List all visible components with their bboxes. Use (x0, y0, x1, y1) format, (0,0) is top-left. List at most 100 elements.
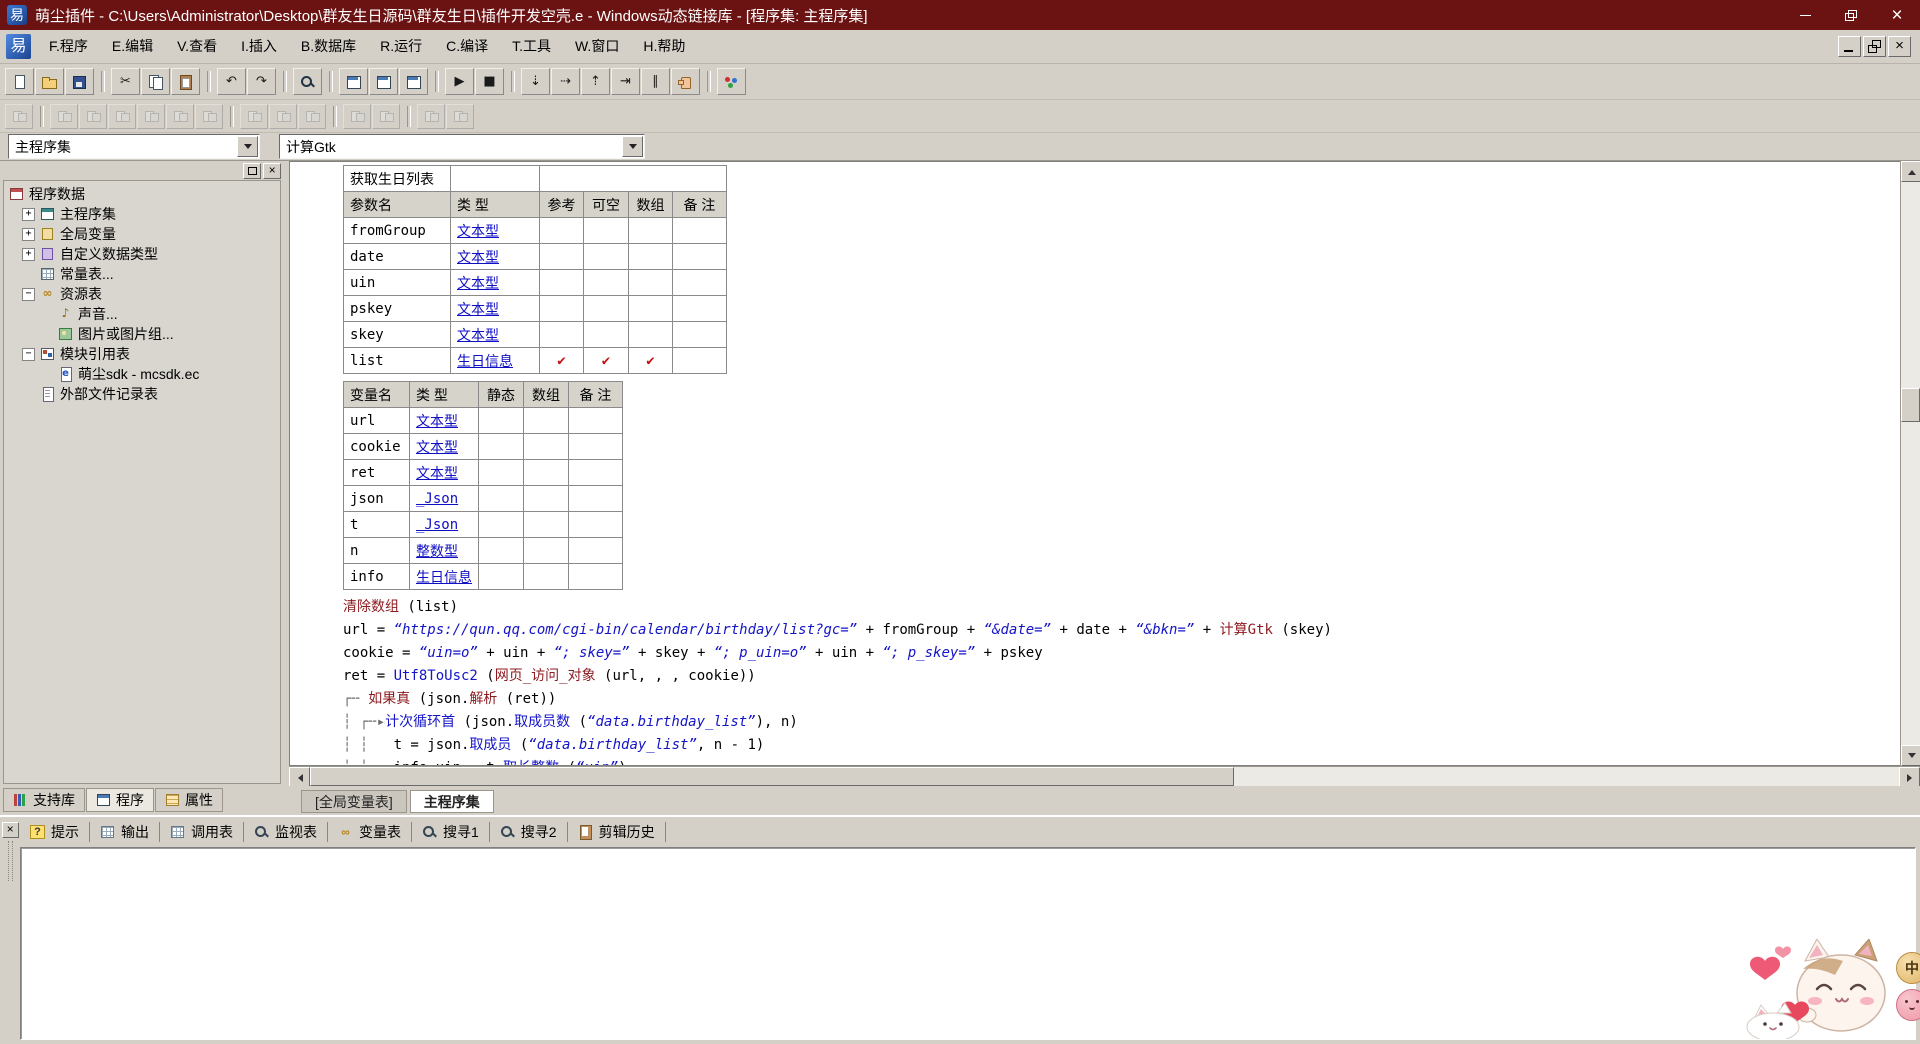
param-note-cell[interactable] (673, 270, 727, 296)
var-array-cell[interactable] (524, 460, 569, 486)
var-note-cell[interactable] (569, 434, 623, 460)
type-link[interactable]: 文本型 (457, 302, 499, 318)
menu-item-1[interactable]: E.编辑 (100, 30, 165, 63)
restore-button[interactable] (1828, 0, 1874, 30)
undo-button[interactable]: ↶ (217, 68, 246, 95)
code-line-3[interactable]: cookie = “uin=o” + uin + “; skey=” + ske… (343, 642, 1900, 665)
run-button[interactable]: ▶ (445, 68, 474, 95)
param-name-cell[interactable]: uin (344, 270, 451, 296)
save-button[interactable] (65, 68, 94, 95)
tree-item-main-assembly[interactable]: +主程序集 (4, 204, 280, 224)
output-tab-output[interactable]: 输出 (90, 822, 160, 842)
var-name-cell[interactable]: n (344, 538, 410, 564)
param-check-cell[interactable] (629, 296, 673, 322)
output-tab-clip-history[interactable]: 剪辑历史 (568, 822, 666, 842)
assembly-dropdown-arrow-icon[interactable] (237, 136, 258, 157)
hscroll-track[interactable] (310, 767, 1899, 786)
panel-close-button[interactable] (263, 163, 281, 179)
scroll-up-button[interactable] (1901, 161, 1920, 182)
var-note-cell[interactable] (569, 460, 623, 486)
run-to-cursor-button[interactable]: ⇥ (611, 68, 640, 95)
tree-item-resources-table[interactable]: −资源表 (4, 284, 280, 304)
output-content[interactable] (20, 847, 1916, 1040)
output-tab-variable-table[interactable]: 变量表 (328, 822, 412, 842)
var-note-cell[interactable] (569, 512, 623, 538)
side-tab-properties[interactable]: 属性 (155, 788, 223, 812)
type-link[interactable]: 整数型 (416, 544, 458, 560)
output-tab-search-2[interactable]: 搜寻2 (490, 822, 568, 842)
code-window-button[interactable] (339, 68, 368, 95)
var-array-cell[interactable] (524, 538, 569, 564)
code-line-6[interactable]: ┆ ┌╌▸计次循环首 (json.取成员数 (“data.birthday_li… (343, 711, 1900, 734)
var-type-cell[interactable]: 整数型 (410, 538, 479, 564)
var-static-cell[interactable] (479, 434, 524, 460)
param-note-cell[interactable] (673, 244, 727, 270)
function-name-cell[interactable]: 获取生日列表 (344, 166, 451, 192)
cut-button[interactable]: ✂ (111, 68, 140, 95)
mdi-close-button[interactable] (1888, 36, 1911, 57)
output-tab-search-1[interactable]: 搜寻1 (412, 822, 490, 842)
type-link[interactable]: 文本型 (416, 414, 458, 430)
tree-item-global-variables[interactable]: +全局变量 (4, 224, 280, 244)
param-check-cell[interactable]: ✔ (629, 348, 673, 374)
paste-button[interactable] (171, 68, 200, 95)
param-check-cell[interactable] (629, 244, 673, 270)
output-tab-watch-table[interactable]: 监视表 (244, 822, 328, 842)
code-line-4[interactable]: ret = Utf8ToUsc2 (网页_访问_对象 (url, , , coo… (343, 665, 1900, 688)
scroll-left-button[interactable] (289, 767, 310, 788)
close-button[interactable] (1874, 0, 1920, 30)
type-link[interactable]: 文本型 (457, 276, 499, 292)
param-check-cell[interactable] (629, 218, 673, 244)
param-check-cell[interactable] (584, 322, 629, 348)
step-out-button[interactable]: ⇡ (581, 68, 610, 95)
drag-hand-button[interactable] (671, 68, 700, 95)
var-note-cell[interactable] (569, 486, 623, 512)
hscroll-thumb[interactable] (310, 767, 1234, 786)
menu-item-9[interactable]: H.帮助 (631, 30, 697, 63)
param-note-cell[interactable] (673, 348, 727, 374)
editor-hscrollbar[interactable] (289, 766, 1920, 786)
new-file-button[interactable] (5, 68, 34, 95)
var-name-cell[interactable]: cookie (344, 434, 410, 460)
var-static-cell[interactable] (479, 408, 524, 434)
tree-expand-box[interactable]: − (22, 288, 35, 301)
param-name-cell[interactable]: fromGroup (344, 218, 451, 244)
code-line-7[interactable]: ┆ ┆ t = json.取成员 (“data.birthday_list”, … (343, 734, 1900, 757)
var-static-cell[interactable] (479, 460, 524, 486)
type-link[interactable]: _Json (416, 491, 458, 507)
var-name-cell[interactable]: info (344, 564, 410, 590)
find-button[interactable] (293, 68, 322, 95)
param-check-cell[interactable] (629, 322, 673, 348)
menu-item-7[interactable]: T.工具 (500, 30, 563, 63)
output-tab-call-table[interactable]: 调用表 (160, 822, 244, 842)
global-variable-table-tab[interactable]: [全局变量表] (301, 790, 407, 813)
var-type-cell[interactable]: 生日信息 (410, 564, 479, 590)
var-name-cell[interactable]: ret (344, 460, 410, 486)
type-link[interactable]: 文本型 (416, 440, 458, 456)
param-name-cell[interactable]: skey (344, 322, 451, 348)
code-line-2[interactable]: url = “https://qun.qq.com/cgi-bin/calend… (343, 619, 1900, 642)
panel-float-button[interactable] (243, 163, 261, 179)
main-assembly-tab[interactable]: 主程序集 (410, 790, 494, 813)
param-name-cell[interactable]: list (344, 348, 451, 374)
param-check-cell[interactable]: ✔ (540, 348, 584, 374)
var-array-cell[interactable] (524, 486, 569, 512)
tree-item-module-references[interactable]: −模块引用表 (4, 344, 280, 364)
param-check-cell[interactable] (584, 270, 629, 296)
ime-smiley-badge[interactable] (1896, 989, 1920, 1021)
empty-cell[interactable] (451, 166, 540, 192)
param-check-cell[interactable] (629, 270, 673, 296)
menu-item-6[interactable]: C.编译 (434, 30, 500, 63)
side-tab-support-libraries[interactable]: 支持库 (3, 788, 85, 812)
routine-dropdown-arrow-icon[interactable] (622, 136, 643, 157)
open-file-button[interactable] (35, 68, 64, 95)
var-type-cell[interactable]: 文本型 (410, 434, 479, 460)
type-link[interactable]: 文本型 (457, 328, 499, 344)
menu-item-5[interactable]: R.运行 (368, 30, 434, 63)
type-link[interactable]: 文本型 (457, 250, 499, 266)
side-tab-program[interactable]: 程序 (86, 788, 154, 812)
var-static-cell[interactable] (479, 486, 524, 512)
var-name-cell[interactable]: t (344, 512, 410, 538)
output-close-button[interactable] (2, 822, 19, 838)
param-check-cell[interactable] (540, 244, 584, 270)
